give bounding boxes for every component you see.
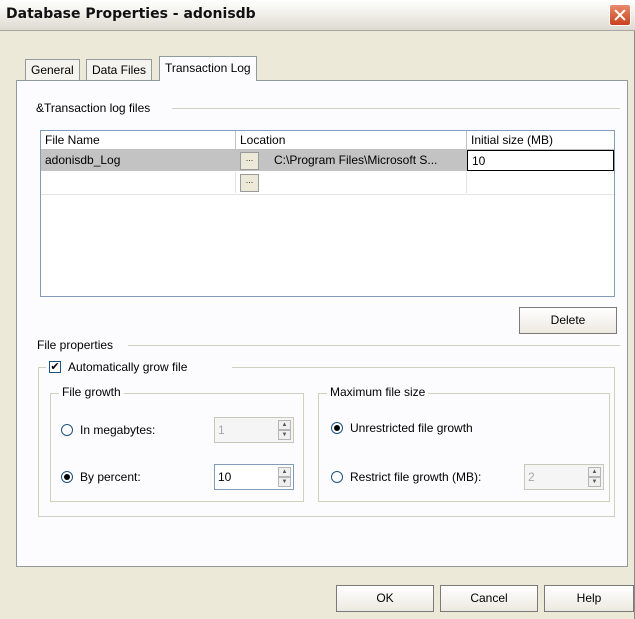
restrict-size-value: 2 [528,470,535,484]
location-text: C:\Program Files\Microsoft S... [274,153,438,167]
auto-grow-checkbox[interactable]: ✔ [49,361,61,373]
restrict-growth-label[interactable]: Restrict file growth (MB): [350,470,481,484]
spin-down-icon[interactable]: ▼ [278,430,291,440]
cancel-button[interactable]: Cancel [440,585,538,612]
log-files-group-label: &Transaction log files [36,101,151,115]
auto-grow-label[interactable]: Automatically grow file [68,360,187,374]
table-row[interactable]: adonisdb_Log ... C:\Program Files\Micros… [41,150,614,172]
tab-data-files[interactable]: Data Files [86,59,153,81]
spin-up-icon[interactable]: ▲ [278,467,291,477]
help-button[interactable]: Help [544,585,634,612]
percent-value: 10 [218,470,232,484]
table-row[interactable]: ... [41,172,614,195]
dialog-window: Database Properties - adonisdb General D… [0,0,635,619]
ok-button[interactable]: OK [336,585,434,612]
unrestricted-growth-radio[interactable] [331,422,343,434]
cell-initial-size[interactable] [467,172,614,193]
by-percent-radio[interactable] [61,471,73,483]
tab-transaction-log[interactable]: Transaction Log [159,56,257,81]
restrict-growth-radio[interactable] [331,471,343,483]
close-icon[interactable] [609,4,631,26]
column-header-file-name[interactable]: File Name [41,131,236,150]
file-properties-label: File properties [37,338,114,352]
cell-location[interactable]: ... [236,172,467,193]
by-percent-label[interactable]: By percent: [80,470,141,484]
in-megabytes-label[interactable]: In megabytes: [80,423,155,437]
window-title: Database Properties - adonisdb [6,6,256,22]
column-header-initial-size[interactable]: Initial size (MB) [467,131,614,150]
megabytes-value: 1 [218,423,225,437]
tab-general[interactable]: General [25,59,80,81]
megabytes-spinner[interactable]: 1 ▲ ▼ [214,417,294,443]
cell-file-name[interactable] [41,172,236,193]
browse-button[interactable]: ... [240,174,259,192]
initial-size-input[interactable]: 10 [467,150,614,171]
restrict-size-spinner[interactable]: 2 ▲ ▼ [524,464,604,490]
spin-down-icon[interactable]: ▼ [278,477,291,487]
title-bar[interactable]: Database Properties - adonisdb [0,0,635,31]
separator [172,108,620,109]
log-files-table[interactable]: File Name Location Initial size (MB) ado… [40,130,615,297]
spin-up-icon[interactable]: ▲ [588,467,601,477]
percent-spinner[interactable]: 10 ▲ ▼ [214,464,294,490]
delete-button[interactable]: Delete [519,307,617,334]
spin-up-icon[interactable]: ▲ [278,420,291,430]
column-header-location[interactable]: Location [236,131,467,150]
cell-file-name[interactable]: adonisdb_Log [41,150,236,171]
cell-location[interactable]: ... C:\Program Files\Microsoft S... [236,150,467,171]
max-file-size-label: Maximum file size [327,385,429,399]
auto-grow-header: ✔ Automatically grow file [46,360,232,376]
in-megabytes-radio[interactable] [61,424,73,436]
file-growth-label: File growth [59,385,124,399]
separator [128,345,620,346]
unrestricted-growth-label[interactable]: Unrestricted file growth [350,421,473,435]
spin-down-icon[interactable]: ▼ [588,477,601,487]
browse-button[interactable]: ... [240,152,259,170]
